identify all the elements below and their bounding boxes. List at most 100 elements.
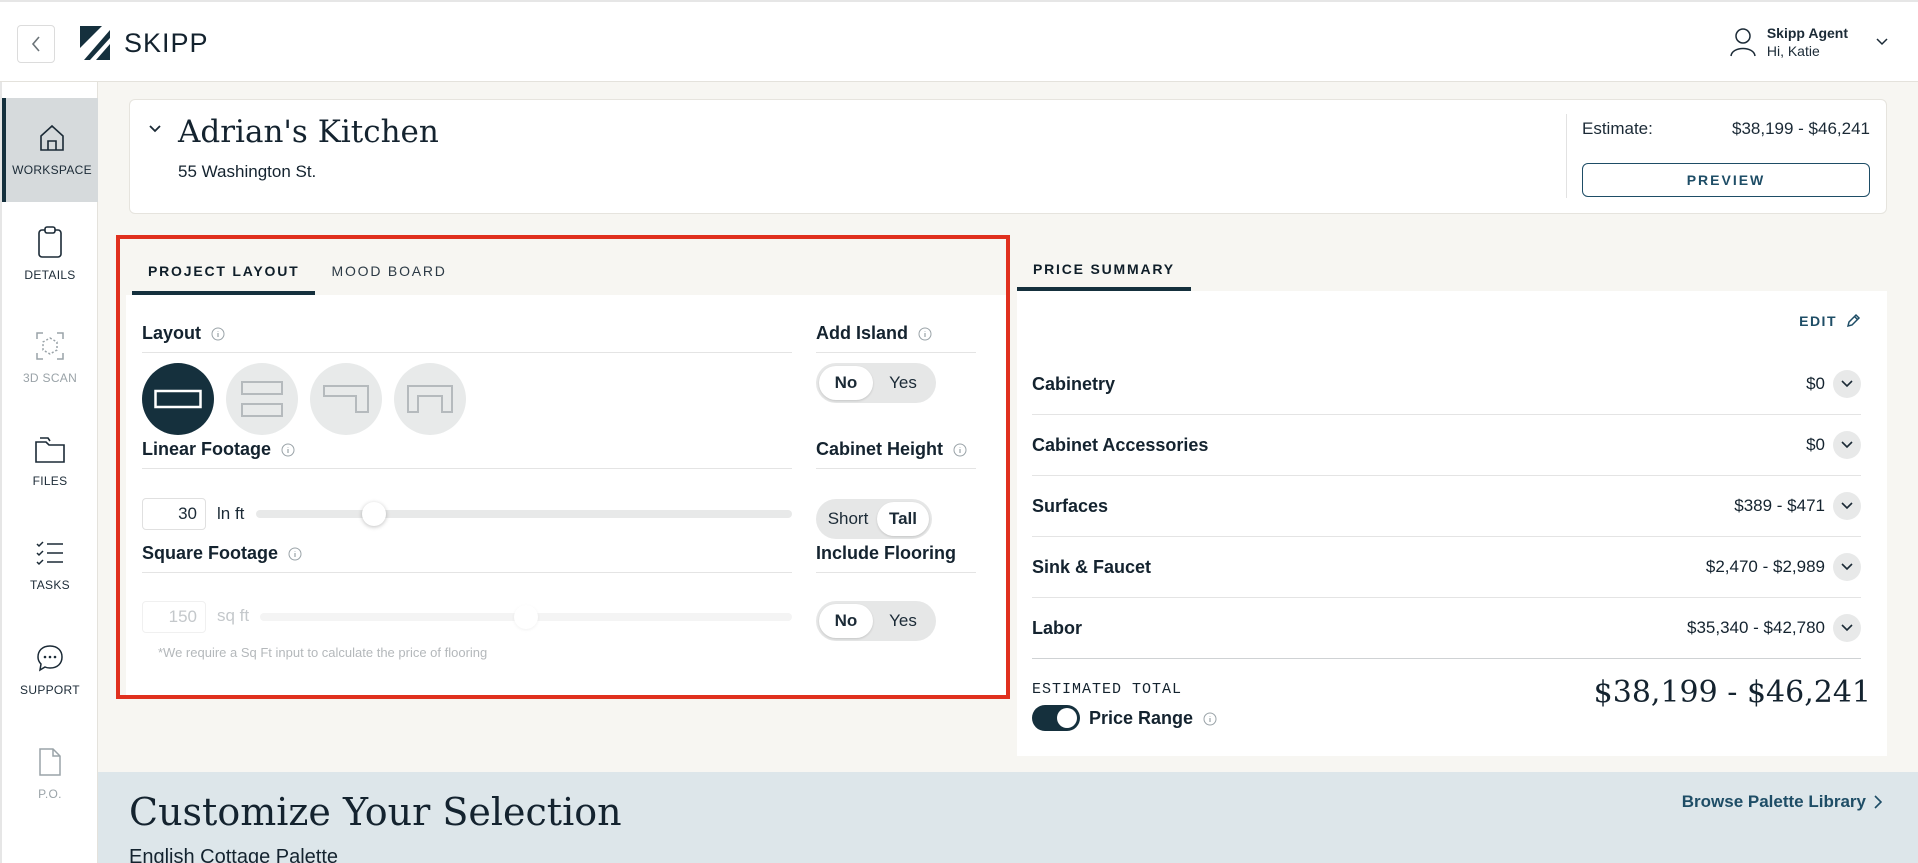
layout-option-u-shape[interactable]	[394, 363, 466, 435]
toggle-option-yes[interactable]: Yes	[873, 366, 933, 400]
expand-button[interactable]	[1833, 492, 1861, 520]
info-icon[interactable]	[953, 443, 967, 457]
pencil-icon	[1846, 313, 1861, 328]
sidebar-item-support[interactable]: SUPPORT	[2, 618, 98, 722]
sidebar-item-workspace[interactable]: WORKSPACE	[2, 98, 98, 202]
price-row-name: Cabinet Accessories	[1032, 434, 1209, 455]
project-address: 55 Washington St.	[178, 162, 317, 181]
layout-option-single-wall[interactable]	[142, 363, 214, 435]
user-name: Skipp Agent	[1766, 25, 1848, 41]
toggle-option-tall[interactable]: Tall	[877, 502, 929, 536]
chevron-down-icon	[1841, 380, 1853, 388]
include-flooring-toggle[interactable]: No Yes	[816, 601, 936, 641]
top-bar: SKIPP Skipp Agent Hi, Katie	[0, 0, 1918, 82]
linear-footage-input[interactable]	[142, 498, 206, 530]
browse-palette-label: Browse Palette Library	[1681, 792, 1866, 811]
toggle-option-short[interactable]: Short	[819, 502, 877, 536]
sidebar: WORKSPACE DETAILS 3D SCAN FILES TASKS SU…	[0, 82, 98, 863]
folder-icon	[35, 437, 65, 463]
chevron-down-icon	[1841, 624, 1853, 632]
chat-icon	[37, 645, 63, 672]
price-summary-panel: EDIT Cabinetry $0 Cabinet Accessories $0…	[1017, 291, 1887, 756]
sidebar-item-label: WORKSPACE	[12, 163, 92, 177]
user-icon	[1730, 28, 1756, 57]
toggle-option-no[interactable]: No	[819, 604, 873, 638]
user-menu[interactable]: Skipp Agent Hi, Katie	[1729, 24, 1888, 60]
galley-layout-icon	[241, 381, 283, 417]
price-range-label-group: Price Range	[1089, 708, 1217, 729]
price-row-surfaces: Surfaces $389 - $471	[1032, 476, 1861, 537]
edit-button[interactable]: EDIT	[1799, 313, 1861, 329]
layout-option-galley[interactable]	[226, 363, 298, 435]
tab-mood-board[interactable]: MOOD BOARD	[315, 239, 462, 295]
tab-project-layout[interactable]: PROJECT LAYOUT	[132, 239, 316, 295]
tab-price-summary[interactable]: PRICE SUMMARY	[1017, 235, 1191, 291]
expand-button[interactable]	[1833, 553, 1861, 581]
browse-palette-link[interactable]: Browse Palette Library	[1682, 792, 1882, 812]
u-shape-layout-icon	[407, 385, 453, 413]
info-icon[interactable]	[211, 327, 225, 341]
cabinet-height-toggle[interactable]: Short Tall	[816, 499, 932, 539]
price-row-cabinetry: Cabinetry $0	[1032, 354, 1861, 415]
chevron-down-icon[interactable]	[148, 124, 162, 134]
sidebar-item-label: DETAILS	[24, 268, 76, 282]
single-wall-layout-icon	[154, 389, 202, 409]
palette-name: English Cottage Palette	[129, 846, 339, 863]
linear-footage-slider[interactable]	[256, 502, 792, 526]
preview-button[interactable]: PREVIEW	[1582, 163, 1870, 197]
project-title: Adrian's Kitchen	[178, 114, 439, 150]
price-row-cabinet-accessories: Cabinet Accessories $0	[1032, 415, 1861, 476]
sidebar-item-label: TASKS	[30, 578, 70, 592]
expand-button[interactable]	[1833, 431, 1861, 459]
home-icon	[40, 124, 64, 151]
sidebar-item-label: P.O.	[38, 787, 62, 801]
layout-label: Layout	[142, 323, 202, 343]
add-island-toggle[interactable]: No Yes	[816, 363, 936, 403]
sidebar-item-po[interactable]: P.O.	[2, 722, 98, 826]
chevron-down-icon	[1876, 38, 1888, 46]
layout-panel-body: Layout Add Island No Yes Linear Footage	[126, 295, 1006, 695]
price-range-label: Price Range	[1089, 708, 1194, 728]
info-icon[interactable]	[1203, 712, 1217, 726]
sidebar-item-label: SUPPORT	[20, 683, 80, 697]
divider	[142, 352, 792, 353]
expand-button[interactable]	[1833, 370, 1861, 398]
info-icon[interactable]	[918, 327, 932, 341]
divider	[142, 572, 792, 573]
price-row-name: Labor	[1032, 617, 1083, 638]
price-row-labor: Labor $35,340 - $42,780	[1032, 598, 1861, 659]
price-row-value: $0	[1806, 435, 1825, 454]
toggle-option-yes[interactable]: Yes	[873, 604, 933, 638]
layout-tabs: PROJECT LAYOUT MOOD BOARD	[132, 239, 463, 295]
divider	[816, 468, 976, 469]
sidebar-item-files[interactable]: FILES	[2, 410, 98, 514]
price-range-toggle[interactable]	[1032, 705, 1080, 731]
toggle-option-no[interactable]: No	[819, 366, 873, 400]
info-icon[interactable]	[288, 547, 302, 561]
clipboard-icon	[38, 226, 62, 258]
document-icon	[39, 748, 61, 776]
expand-button[interactable]	[1833, 614, 1861, 642]
sidebar-item-3d-scan[interactable]: 3D SCAN	[2, 306, 98, 410]
chevron-down-icon	[1841, 441, 1853, 449]
layout-label-group: Layout	[142, 323, 225, 344]
cabinet-height-label: Cabinet Height	[816, 439, 944, 459]
back-button[interactable]	[17, 25, 55, 63]
info-icon[interactable]	[281, 443, 295, 457]
chevron-right-icon	[1874, 795, 1882, 809]
price-row-value: $389 - $471	[1734, 496, 1825, 515]
include-flooring-label: Include Flooring	[816, 543, 956, 563]
cabinet-height-label-group: Cabinet Height	[816, 439, 967, 460]
layout-option-l-shape[interactable]	[310, 363, 382, 435]
square-footage-label-group: Square Footage	[142, 543, 302, 564]
estimated-total-value: $38,199 - $46,241	[1593, 675, 1871, 710]
sidebar-item-details[interactable]: DETAILS	[2, 202, 98, 306]
sidebar-item-tasks[interactable]: TASKS	[2, 514, 98, 618]
scan-icon	[36, 332, 64, 360]
logo[interactable]: SKIPP	[80, 26, 209, 60]
slider-thumb	[514, 605, 538, 629]
slider-thumb[interactable]	[361, 502, 386, 526]
price-row-value: $2,470 - $2,989	[1705, 557, 1825, 576]
sidebar-item-label: FILES	[32, 474, 68, 488]
divider	[816, 352, 976, 353]
